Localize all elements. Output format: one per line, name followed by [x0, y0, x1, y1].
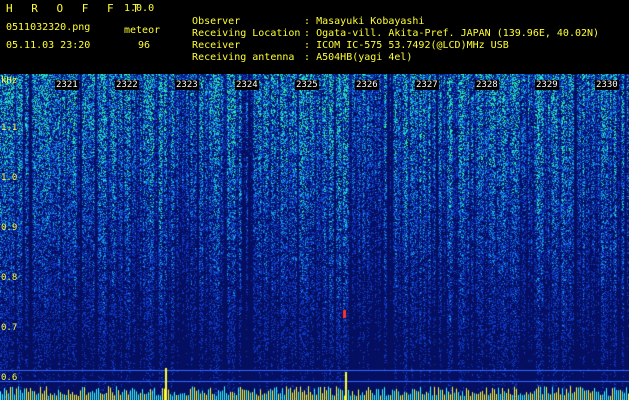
- y-tick: 0.8: [1, 273, 18, 283]
- meteor-count: 96: [138, 40, 151, 51]
- x-tick: 2323: [175, 80, 199, 90]
- info-key: Receiving antenna: [192, 52, 295, 63]
- info-row-antenna: Receiving antenna : A504HB(yagi 4el): [180, 40, 412, 64]
- spectrogram-display: [0, 74, 629, 400]
- y-tick: 0.9: [1, 223, 18, 233]
- y-axis-unit: kHz: [1, 76, 18, 86]
- x-tick: 2330: [595, 80, 619, 90]
- x-tick: 2327: [415, 80, 439, 90]
- y-tick: 1.0: [1, 173, 18, 183]
- x-tick: 2329: [535, 80, 559, 90]
- file-name: 0511032320.png: [6, 22, 91, 33]
- y-tick: 1.1: [1, 123, 18, 133]
- x-tick: 2325: [295, 80, 319, 90]
- x-tick: 2328: [475, 80, 499, 90]
- y-tick: 0.6: [1, 373, 18, 383]
- info-value: : A504HB(yagi 4el): [304, 52, 413, 63]
- datetime: 05.11.03 23:20: [6, 40, 91, 51]
- y-tick: 0.7: [1, 323, 18, 333]
- mode-label: meteor: [124, 25, 161, 36]
- x-tick: 2321: [55, 80, 79, 90]
- x-tick: 2322: [115, 80, 139, 90]
- x-tick: 2326: [355, 80, 379, 90]
- x-tick: 2324: [235, 80, 259, 90]
- app-version: 1.0.0: [124, 3, 155, 14]
